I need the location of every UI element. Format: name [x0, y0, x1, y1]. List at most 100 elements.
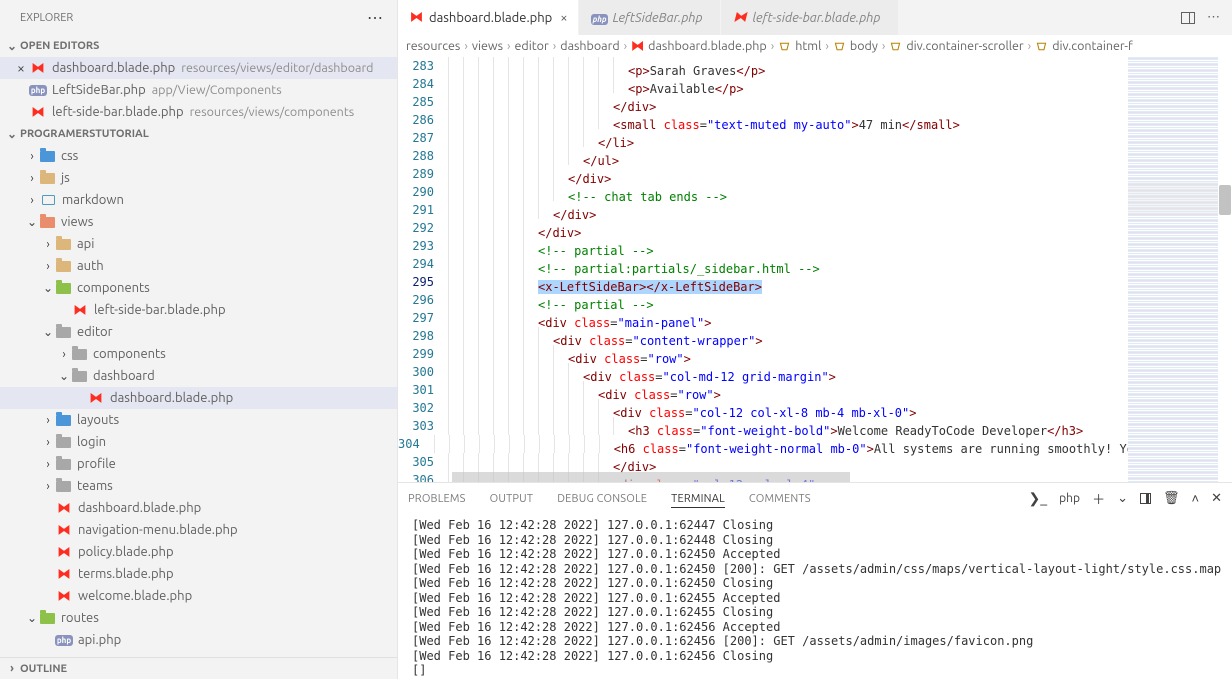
- breadcrumb-segment[interactable]: dashboard.blade.php: [648, 39, 767, 53]
- tree-folder[interactable]: ›css: [0, 145, 397, 167]
- tree-folder[interactable]: ⌄components: [0, 277, 397, 299]
- tab-terminal[interactable]: TERMINAL: [671, 490, 725, 508]
- code-line[interactable]: 303<h3 class="font-weight-bold">Welcome …: [398, 417, 1128, 435]
- tree-folder[interactable]: ›layouts: [0, 409, 397, 431]
- tree-file[interactable]: phpapi.php: [0, 629, 397, 651]
- tree-file[interactable]: ⧓left-side-bar.blade.php: [0, 299, 397, 321]
- tree-folder[interactable]: ›api: [0, 233, 397, 255]
- code-line[interactable]: 292</div>: [398, 219, 1128, 237]
- terminal-kind-label[interactable]: php: [1059, 492, 1080, 505]
- folder-icon: [56, 327, 71, 338]
- terminal-output[interactable]: [Wed Feb 16 12:42:28 2022] 127.0.0.1:624…: [398, 514, 1232, 679]
- tree-file[interactable]: ⧓welcome.blade.php: [0, 585, 397, 607]
- bottom-panel: PROBLEMS OUTPUT DEBUG CONSOLE TERMINAL C…: [398, 482, 1232, 679]
- editor-group: ⧓dashboard.blade.php×phpLeftSideBar.php⧓…: [398, 0, 1232, 679]
- tree-folder[interactable]: ›login: [0, 431, 397, 453]
- code-line[interactable]: 304<h6 class="font-weight-normal mb-0">A…: [398, 435, 1128, 453]
- tree-label: layouts: [77, 413, 119, 427]
- breadcrumb-segment[interactable]: editor: [515, 39, 549, 53]
- outline-header[interactable]: › OUTLINE: [0, 657, 397, 679]
- tree-folder[interactable]: ⌄routes: [0, 607, 397, 629]
- symbol-icon: [889, 40, 902, 53]
- open-editor-item[interactable]: ⧓left-side-bar.blade.phpresources/views/…: [0, 101, 397, 123]
- code-line[interactable]: 285</div>: [398, 93, 1128, 111]
- laravel-icon: ⧓: [56, 523, 72, 538]
- tab-problems[interactable]: PROBLEMS: [408, 493, 466, 505]
- code-line[interactable]: 289</div>: [398, 165, 1128, 183]
- tree-file[interactable]: ⧓dashboard.blade.php: [0, 387, 397, 409]
- tree-file[interactable]: ⧓terms.blade.php: [0, 563, 397, 585]
- horizontal-scrollbar[interactable]: [452, 472, 1128, 482]
- tree-folder[interactable]: ⌄views: [0, 211, 397, 233]
- symbol-icon: [833, 40, 846, 53]
- breadcrumb-separator: ›: [464, 39, 468, 53]
- php-icon: php: [591, 11, 607, 25]
- tree-file[interactable]: ⧓navigation-menu.blade.php: [0, 519, 397, 541]
- line-number: 286: [398, 111, 448, 129]
- tab-debug-console[interactable]: DEBUG CONSOLE: [557, 493, 647, 505]
- breadcrumb-segment[interactable]: html: [795, 39, 821, 53]
- code-line[interactable]: 302<div class="col-12 col-xl-8 mb-4 mb-x…: [398, 399, 1128, 417]
- code-line[interactable]: 290<!-- chat tab ends -->: [398, 183, 1128, 201]
- project-header[interactable]: ⌄ PROGRAMERSTUTORIAL: [0, 123, 397, 145]
- explorer-more-icon[interactable]: ⋯: [367, 8, 383, 27]
- editor-tab[interactable]: ⧓dashboard.blade.php×: [398, 0, 579, 35]
- minimap[interactable]: [1128, 57, 1218, 482]
- tree-folder[interactable]: ›js: [0, 167, 397, 189]
- split-editor-icon[interactable]: [1181, 12, 1195, 24]
- tree-folder[interactable]: ⌄dashboard: [0, 365, 397, 387]
- more-actions-icon[interactable]: ⋯: [1207, 10, 1220, 25]
- tree-file[interactable]: ⧓dashboard.blade.php: [0, 497, 397, 519]
- chevron-up-icon[interactable]: ˄: [1192, 491, 1200, 506]
- vertical-scrollbar[interactable]: [1218, 57, 1232, 482]
- open-editor-item[interactable]: phpLeftSideBar.phpapp/View/Components: [0, 79, 397, 101]
- laravel-icon: ⧓: [88, 391, 104, 406]
- terminal-launch-icon[interactable]: ❯_: [1029, 490, 1048, 507]
- split-terminal-icon[interactable]: [1140, 493, 1151, 504]
- tab-label: left-side-bar.blade.php: [752, 11, 880, 25]
- code-line[interactable]: 283<p>Sarah Graves</p>: [398, 57, 1128, 75]
- line-content: <small class="text-muted my-auto">47 min…: [448, 111, 960, 129]
- tree-label: editor: [77, 325, 113, 339]
- code-line[interactable]: 293<!-- partial -->: [398, 237, 1128, 255]
- breadcrumb-segment[interactable]: dashboard: [560, 39, 619, 53]
- tree-folder[interactable]: ›profile: [0, 453, 397, 475]
- new-terminal-icon[interactable]: ＋: [1092, 489, 1105, 508]
- code-line[interactable]: 286<small class="text-muted my-auto">47 …: [398, 111, 1128, 129]
- chevron-right-icon: ›: [40, 260, 56, 273]
- breadcrumb-segment[interactable]: div.container-scroller: [906, 39, 1023, 53]
- tree-folder[interactable]: ›teams: [0, 475, 397, 497]
- folder-icon: [40, 173, 55, 184]
- breadcrumbs[interactable]: resources›views›editor›dashboard›⧓dashbo…: [398, 35, 1232, 57]
- breadcrumb-segment[interactable]: views: [472, 39, 503, 53]
- tree-folder[interactable]: ⌄editor: [0, 321, 397, 343]
- code-line[interactable]: 298<div class="content-wrapper">: [398, 327, 1128, 345]
- editor-tab[interactable]: phpLeftSideBar.php: [579, 0, 722, 35]
- code-line[interactable]: 297<div class="main-panel">: [398, 309, 1128, 327]
- close-tab-icon[interactable]: ×: [560, 11, 567, 25]
- code-editor[interactable]: 283<p>Sarah Graves</p>284<p>Available</p…: [398, 57, 1128, 482]
- close-panel-icon[interactable]: ✕: [1211, 491, 1222, 506]
- open-editor-item[interactable]: ×⧓dashboard.blade.phpresources/views/edi…: [0, 57, 397, 79]
- close-editor-icon[interactable]: ×: [12, 60, 30, 76]
- breadcrumb-segment[interactable]: body: [850, 39, 878, 53]
- kill-terminal-icon[interactable]: 🗑: [1163, 491, 1180, 506]
- editor-tab[interactable]: ⧓left-side-bar.blade.php: [721, 0, 899, 35]
- code-line[interactable]: 291</div>: [398, 201, 1128, 219]
- laravel-icon: ⧓: [631, 39, 644, 54]
- code-line[interactable]: 299<div class="row">: [398, 345, 1128, 363]
- tree-folder[interactable]: ›components: [0, 343, 397, 365]
- tree-folder[interactable]: ›auth: [0, 255, 397, 277]
- breadcrumb-segment[interactable]: div.container-f: [1052, 39, 1133, 53]
- terminal-dropdown-icon[interactable]: ⌄: [1117, 491, 1128, 506]
- tree-folder[interactable]: ›markdown: [0, 189, 397, 211]
- code-line[interactable]: 288</ul>: [398, 147, 1128, 165]
- breadcrumb-segment[interactable]: resources: [406, 39, 460, 53]
- open-editors-header[interactable]: ⌄ OPEN EDITORS: [0, 35, 397, 57]
- tree-file[interactable]: ⧓policy.blade.php: [0, 541, 397, 563]
- code-line[interactable]: 294<!-- partial:partials/_sidebar.html -…: [398, 255, 1128, 273]
- chevron-down-icon: ⌄: [56, 369, 72, 383]
- tab-output[interactable]: OUTPUT: [490, 493, 534, 505]
- tab-comments[interactable]: COMMENTS: [749, 493, 811, 505]
- code-line[interactable]: 300<div class="col-md-12 grid-margin">: [398, 363, 1128, 381]
